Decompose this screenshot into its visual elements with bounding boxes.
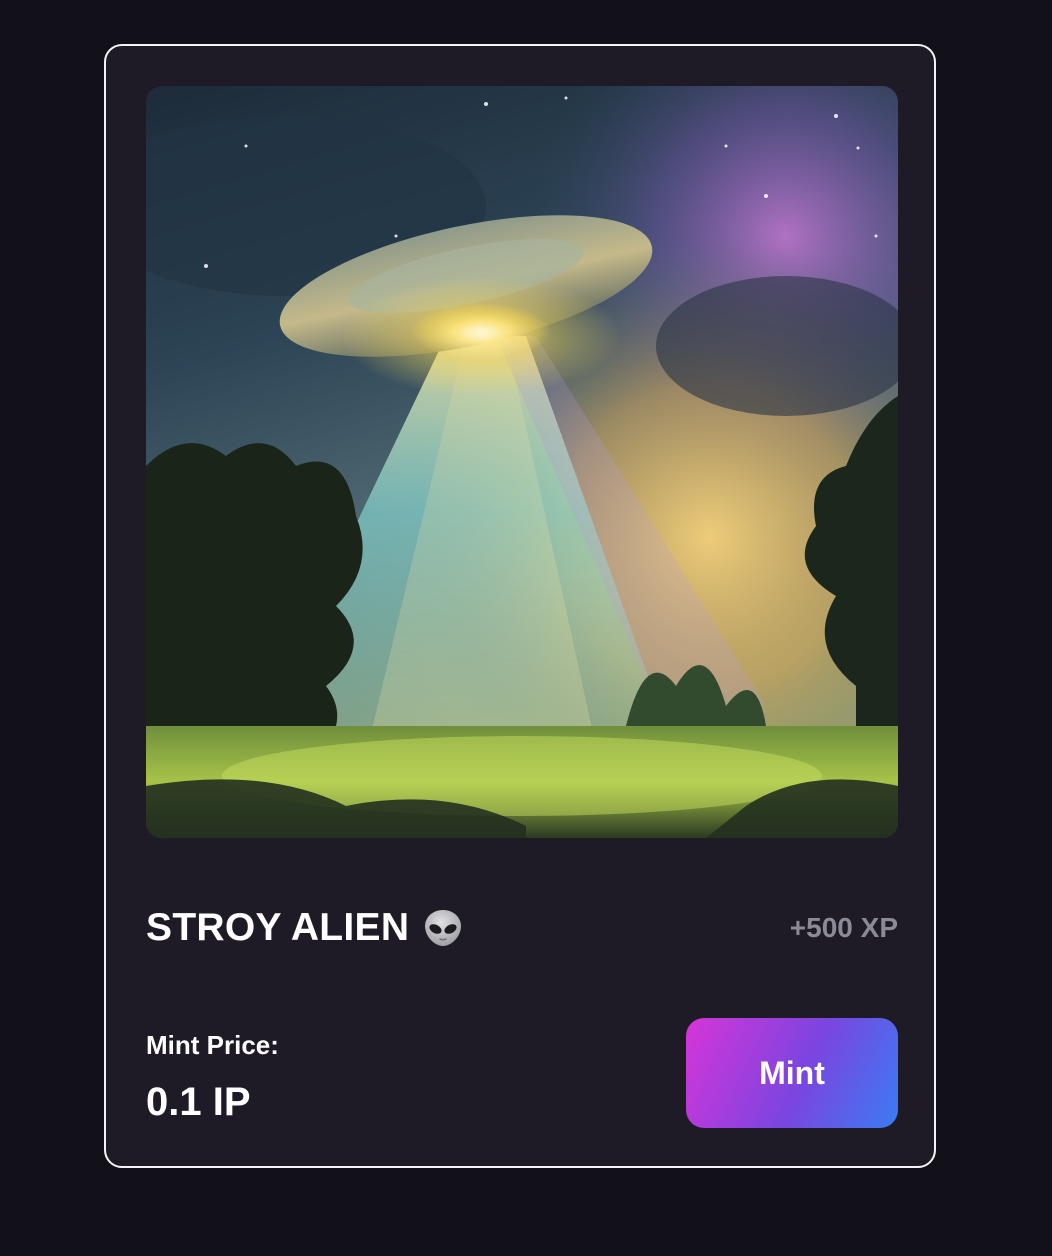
mint-price-value: 0.1 IP <box>146 1080 251 1124</box>
nft-title-text: STROY ALIEN <box>146 906 410 949</box>
nft-card: STROY ALIEN +500 XP Mint Price: 0.1 IP M… <box>104 44 936 1168</box>
nft-artwork-image <box>146 86 898 838</box>
mint-price-label: Mint Price: <box>146 1030 279 1060</box>
title-row: STROY ALIEN +500 XP <box>146 904 898 952</box>
alien-icon <box>423 908 463 948</box>
nft-title: STROY ALIEN <box>146 904 463 952</box>
xp-reward-badge: +500 XP <box>789 912 898 943</box>
mint-button[interactable]: Mint <box>686 1018 898 1128</box>
